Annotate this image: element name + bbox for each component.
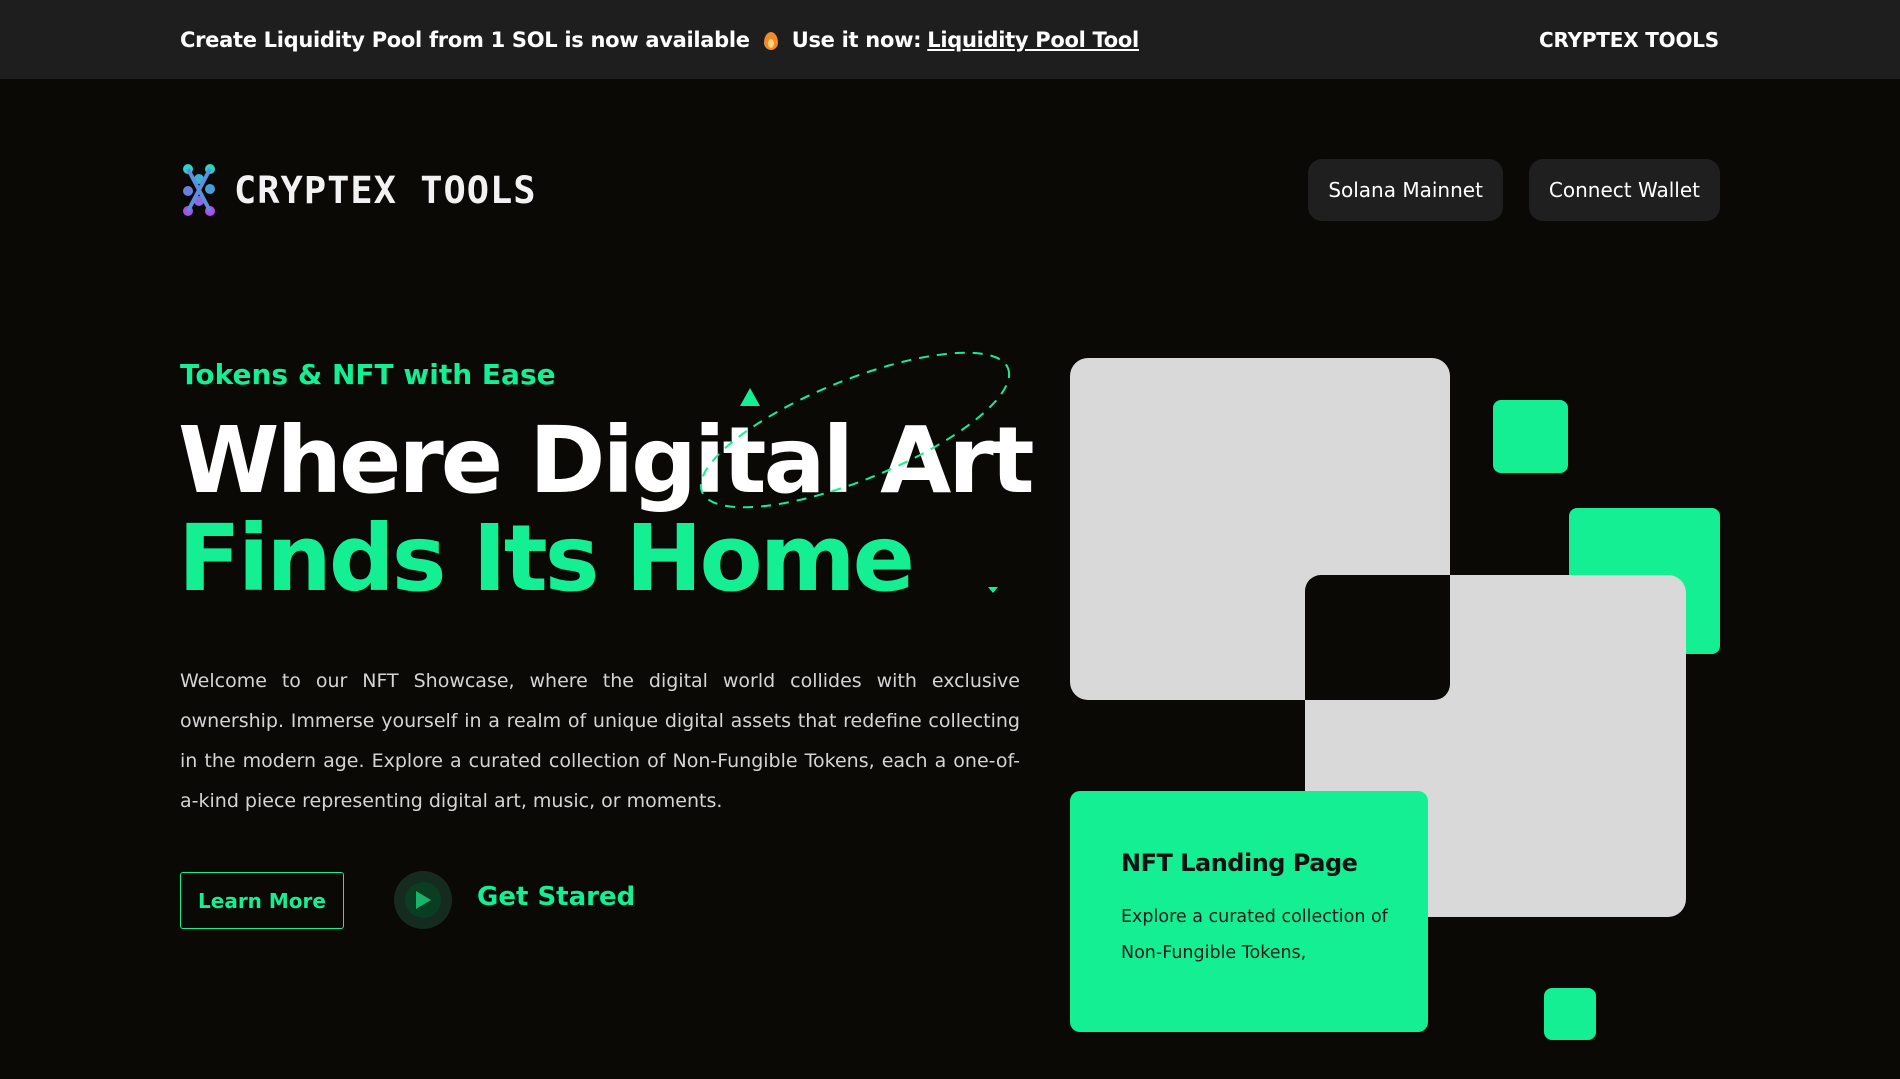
announcement-text: Create Liquidity Pool from 1 SOL is now … bbox=[180, 27, 750, 52]
logo-text: CRYPTEX TOOLS bbox=[234, 168, 537, 212]
announcement-message: Create Liquidity Pool from 1 SOL is now … bbox=[180, 28, 1139, 52]
hero-eyebrow: Tokens & NFT with Ease bbox=[180, 358, 556, 391]
logo-mark-icon bbox=[183, 164, 215, 216]
panel-overlap bbox=[1305, 575, 1450, 700]
play-button[interactable] bbox=[394, 871, 452, 929]
play-icon bbox=[416, 891, 431, 909]
liquidity-pool-tool-link[interactable]: Liquidity Pool Tool bbox=[927, 28, 1139, 52]
accent-square-small bbox=[1493, 400, 1568, 473]
site-header: CRYPTEX TOOLS Solana Mainnet Connect Wal… bbox=[180, 150, 1720, 230]
card-title: NFT Landing Page bbox=[1121, 849, 1358, 877]
play-button-inner bbox=[405, 882, 441, 918]
connect-wallet-button[interactable]: Connect Wallet bbox=[1528, 159, 1720, 221]
card-text: Explore a curated collection of Non-Fung… bbox=[1121, 907, 1388, 963]
nft-feature-card[interactable]: NFT Landing Page Explore a curated colle… bbox=[1070, 791, 1428, 1032]
topbar-brand[interactable]: CRYPTEX TOOLS bbox=[1539, 28, 1719, 52]
fire-icon bbox=[763, 30, 778, 50]
get-started-link[interactable]: Get Stared bbox=[477, 882, 635, 912]
logo[interactable]: CRYPTEX TOOLS bbox=[180, 161, 537, 219]
hero-description: Welcome to our NFT Showcase, where the d… bbox=[180, 670, 1020, 812]
network-select-button[interactable]: Solana Mainnet bbox=[1308, 159, 1503, 221]
accent-square-bottom bbox=[1544, 988, 1596, 1040]
learn-more-button[interactable]: Learn More bbox=[180, 872, 344, 929]
orbit-decoration bbox=[699, 351, 1011, 593]
announcement-bar: Create Liquidity Pool from 1 SOL is now … bbox=[0, 0, 1900, 79]
header-actions: Solana Mainnet Connect Wallet bbox=[1308, 159, 1720, 221]
announcement-cta-prefix: Use it now: bbox=[791, 27, 922, 52]
